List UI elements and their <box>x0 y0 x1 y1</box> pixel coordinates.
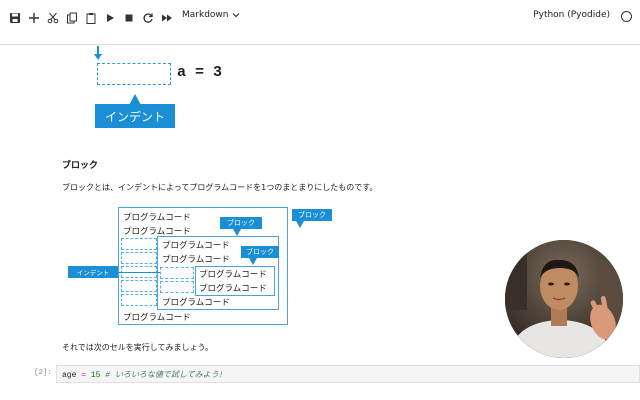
cut-icon[interactable] <box>44 9 62 27</box>
cell-type-label: Markdown <box>182 10 229 20</box>
callout-tail <box>249 258 257 265</box>
code-line-7: プログラムコード <box>162 298 230 308</box>
callout-block-inner: ブロック <box>241 246 279 258</box>
notebook-toolbar: Markdown Python (Pyodide) <box>0 0 640 36</box>
arrow-down-icon <box>94 54 102 60</box>
run-icon[interactable] <box>101 9 119 27</box>
section-heading: ブロック <box>62 161 99 171</box>
toolbar-divider <box>0 44 640 45</box>
indent-marker <box>121 252 157 264</box>
kernel-name[interactable]: Python (Pyodide) <box>533 10 610 20</box>
indent-dash-box <box>97 63 171 85</box>
code-line-8: プログラムコード <box>123 313 191 323</box>
code-variable: age <box>62 371 77 380</box>
code-line-3: プログラムコード <box>162 241 230 251</box>
webcam-overlay <box>505 240 623 358</box>
indent-tag: インデント <box>68 266 118 278</box>
indent-connector <box>118 272 160 273</box>
code-number: 15 <box>90 371 101 380</box>
save-icon[interactable] <box>6 9 24 27</box>
code-line-5: プログラムコード <box>199 270 267 280</box>
callout-tail <box>296 221 304 228</box>
chevron-down-icon <box>233 13 240 18</box>
stop-icon[interactable] <box>120 9 138 27</box>
paste-icon[interactable] <box>82 9 100 27</box>
callout-tail <box>233 229 241 236</box>
instruction-text: それでは次のセルを実行してみましょう。 <box>62 343 214 352</box>
copy-icon[interactable] <box>63 9 81 27</box>
code-comment: # いろいろな値で試してみよう! <box>105 371 224 380</box>
indent-marker <box>160 267 194 279</box>
code-line-1: プログラムコード <box>123 213 191 223</box>
callout-block-outer: ブロック <box>292 209 332 221</box>
fast-forward-icon[interactable] <box>158 9 176 27</box>
indent-marker <box>121 280 157 292</box>
presenter-image <box>505 240 623 358</box>
restart-icon[interactable] <box>139 9 157 27</box>
section-description: ブロックとは、インデントによってプログラムコードを1つのまとまりにしたものです。 <box>62 183 378 192</box>
code-line-2: プログラムコード <box>123 227 191 237</box>
code-line-4: プログラムコード <box>162 255 230 265</box>
code-operator: = <box>81 371 87 380</box>
kernel-status-icon <box>621 11 632 22</box>
indent-label: インデント <box>95 104 175 128</box>
indent-marker <box>160 281 194 293</box>
code-line-6: プログラムコード <box>199 284 267 294</box>
cell-type-select[interactable]: Markdown <box>182 10 240 20</box>
code-line[interactable]: age = 15 # いろいろな値で試してみよう! <box>62 369 223 380</box>
indent-marker <box>121 238 157 250</box>
callout-block-mid: ブロック <box>220 217 262 229</box>
indent-marker <box>121 294 157 306</box>
code-example: a = 3 <box>177 64 223 81</box>
add-cell-icon[interactable] <box>25 9 43 27</box>
cell-prompt: [2]: <box>34 369 53 377</box>
